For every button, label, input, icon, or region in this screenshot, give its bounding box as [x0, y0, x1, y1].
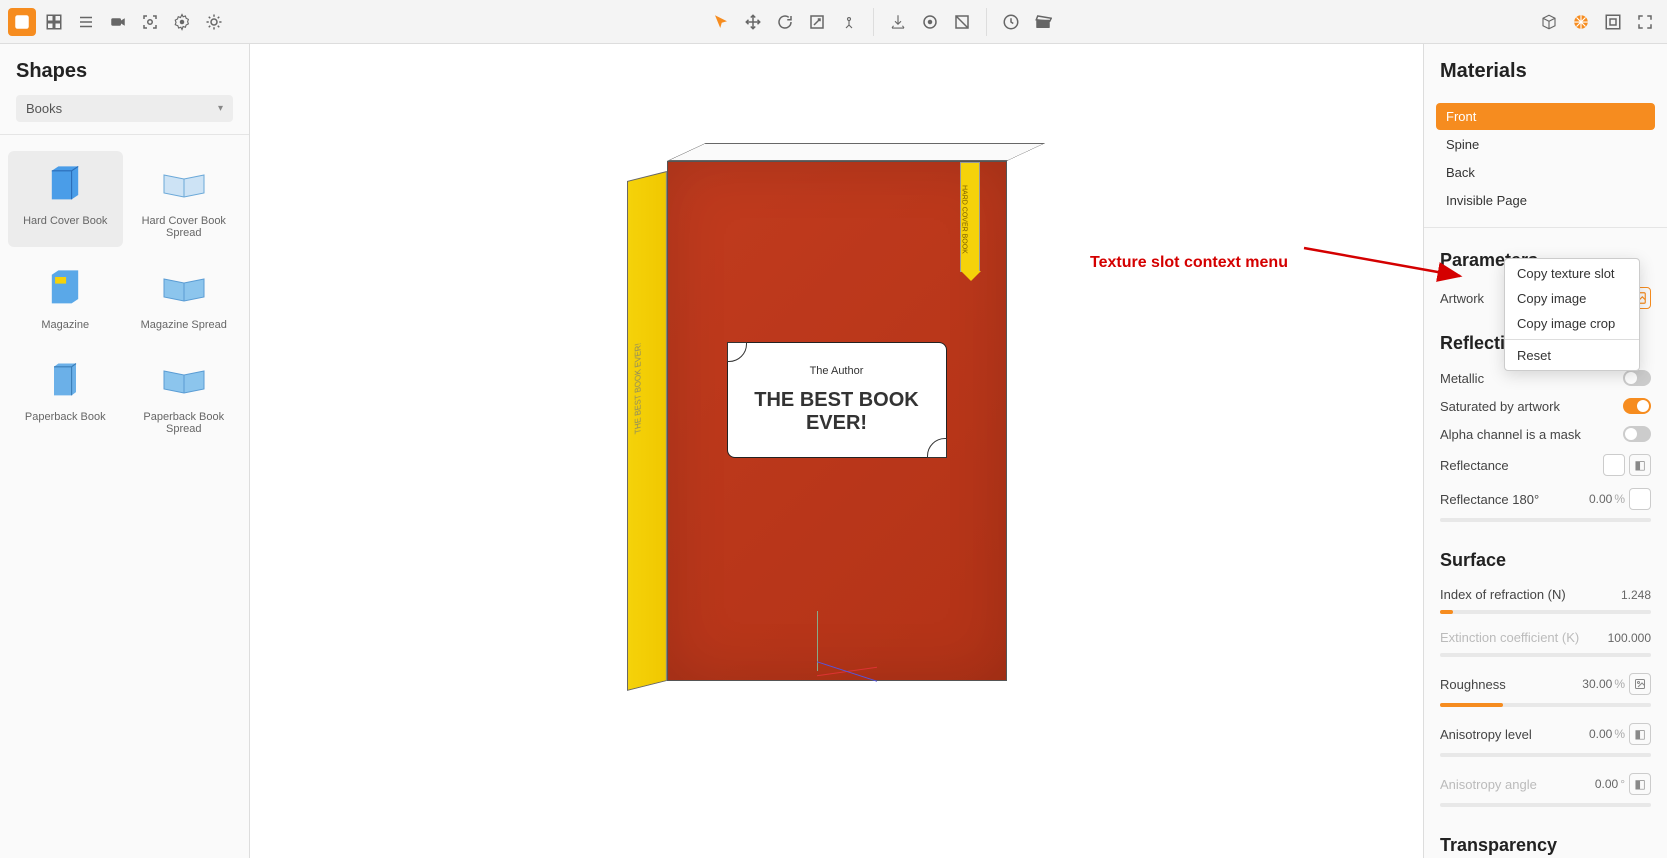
alpha-toggle[interactable]	[1623, 426, 1651, 442]
roughness-image-button[interactable]	[1629, 673, 1651, 695]
reflectance180-swatch[interactable]	[1629, 488, 1651, 510]
shapes-title: Shapes	[0, 44, 249, 95]
cube-icon[interactable]	[1535, 8, 1563, 36]
fullscreen-icon[interactable]	[1631, 8, 1659, 36]
reflectance-extra-button[interactable]: ◧	[1629, 454, 1651, 476]
scale-icon[interactable]	[803, 8, 831, 36]
saturated-row: Saturated by artwork	[1424, 392, 1667, 420]
extinction-slider	[1440, 653, 1651, 657]
aniso-level-row: Anisotropy level 0.00% ◧	[1424, 717, 1667, 751]
reflectance180-row: Reflectance 180° 0.00%	[1424, 482, 1667, 516]
shapes-panel: Shapes Books Hard Cover Book Hard Cover …	[0, 44, 250, 858]
cursor-icon[interactable]	[707, 8, 735, 36]
ribbon: HARD COVER BOOK	[960, 162, 980, 272]
roughness-slider[interactable]	[1440, 703, 1651, 707]
aniso-level-slider[interactable]	[1440, 753, 1651, 757]
time-icon[interactable]	[997, 8, 1025, 36]
ctx-divider	[1505, 339, 1639, 340]
paperback-spread-thumb-icon	[154, 355, 214, 405]
ctx-copy-image[interactable]: Copy image	[1505, 286, 1639, 311]
shape-magazine[interactable]: Magazine	[8, 255, 123, 339]
clapper-icon[interactable]	[1029, 8, 1057, 36]
transparency-title: Transparency	[1424, 817, 1667, 858]
material-back[interactable]: Back	[1436, 159, 1655, 186]
material-spine[interactable]: Spine	[1436, 131, 1655, 158]
divider	[0, 134, 249, 135]
book-thumb-icon	[35, 159, 95, 209]
ctx-copy-image-crop[interactable]: Copy image crop	[1505, 311, 1639, 336]
toolbar-divider	[986, 8, 987, 36]
snap-ground-icon[interactable]	[884, 8, 912, 36]
magazine-spread-thumb-icon	[154, 263, 214, 313]
reflectance-row: Reflectance ◧	[1424, 448, 1667, 482]
surface-title: Surface	[1424, 532, 1667, 581]
material-invisible-page[interactable]: Invisible Page	[1436, 187, 1655, 214]
shape-hard-cover-book[interactable]: Hard Cover Book	[8, 151, 123, 247]
magazine-thumb-icon	[35, 263, 95, 313]
add-icon[interactable]	[8, 8, 36, 36]
circle-grid-icon[interactable]	[1567, 8, 1595, 36]
book-top-face	[667, 143, 1046, 161]
annotation-label: Texture slot context menu	[1090, 238, 1470, 288]
ior-slider[interactable]	[1440, 610, 1651, 614]
book-front-face: HARD COVER BOOK The Author THE BEST BOOK…	[667, 161, 1007, 681]
sun-icon[interactable]	[200, 8, 228, 36]
focus-icon[interactable]	[136, 8, 164, 36]
reflectance180-slider[interactable]	[1440, 518, 1651, 522]
aniso-angle-extra-button: ◧	[1629, 773, 1651, 795]
top-toolbar	[0, 0, 1667, 44]
camera-icon[interactable]	[104, 8, 132, 36]
list-icon[interactable]	[72, 8, 100, 36]
crop-icon[interactable]	[948, 8, 976, 36]
materials-title: Materials	[1424, 44, 1667, 95]
shape-magazine-spread[interactable]: Magazine Spread	[127, 255, 242, 339]
materials-panel: Materials Front Spine Back Invisible Pag…	[1423, 44, 1667, 858]
aniso-angle-row: Anisotropy angle 0.00° ◧	[1424, 767, 1667, 801]
metallic-toggle[interactable]	[1623, 370, 1651, 386]
reflectance-swatch[interactable]	[1603, 454, 1625, 476]
shape-hard-cover-spread[interactable]: Hard Cover Book Spread	[127, 151, 242, 247]
grid-icon[interactable]	[40, 8, 68, 36]
rotate-icon[interactable]	[771, 8, 799, 36]
saturated-toggle[interactable]	[1623, 398, 1651, 414]
pivot-icon[interactable]	[835, 8, 863, 36]
book-model[interactable]: THE BEST BOOK EVER! HARD COVER BOOK The …	[627, 161, 1007, 701]
move-icon[interactable]	[739, 8, 767, 36]
shape-paperback[interactable]: Paperback Book	[8, 347, 123, 443]
texture-slot-context-menu: Copy texture slot Copy image Copy image …	[1504, 258, 1640, 371]
alpha-row: Alpha channel is a mask	[1424, 420, 1667, 448]
category-select[interactable]: Books	[16, 95, 233, 122]
book-spread-thumb-icon	[154, 159, 214, 209]
aniso-angle-slider	[1440, 803, 1651, 807]
material-front[interactable]: Front	[1436, 103, 1655, 130]
cover-label: The Author THE BEST BOOK EVER!	[727, 342, 947, 458]
shape-paperback-spread[interactable]: Paperback Book Spread	[127, 347, 242, 443]
paperback-thumb-icon	[35, 355, 95, 405]
snap-center-icon[interactable]	[916, 8, 944, 36]
fit-icon[interactable]	[1599, 8, 1627, 36]
ior-row: Index of refraction (N) 1.248	[1424, 581, 1667, 608]
gear-icon[interactable]	[168, 8, 196, 36]
extinction-row: Extinction coefficient (K) 100.000	[1424, 624, 1667, 651]
viewport[interactable]: THE BEST BOOK EVER! HARD COVER BOOK The …	[250, 44, 1423, 858]
roughness-row: Roughness 30.00%	[1424, 667, 1667, 701]
ctx-copy-texture-slot[interactable]: Copy texture slot	[1505, 261, 1639, 286]
book-spine-face: THE BEST BOOK EVER!	[627, 171, 667, 691]
aniso-extra-button[interactable]: ◧	[1629, 723, 1651, 745]
ctx-reset[interactable]: Reset	[1505, 343, 1639, 368]
toolbar-divider	[873, 8, 874, 36]
